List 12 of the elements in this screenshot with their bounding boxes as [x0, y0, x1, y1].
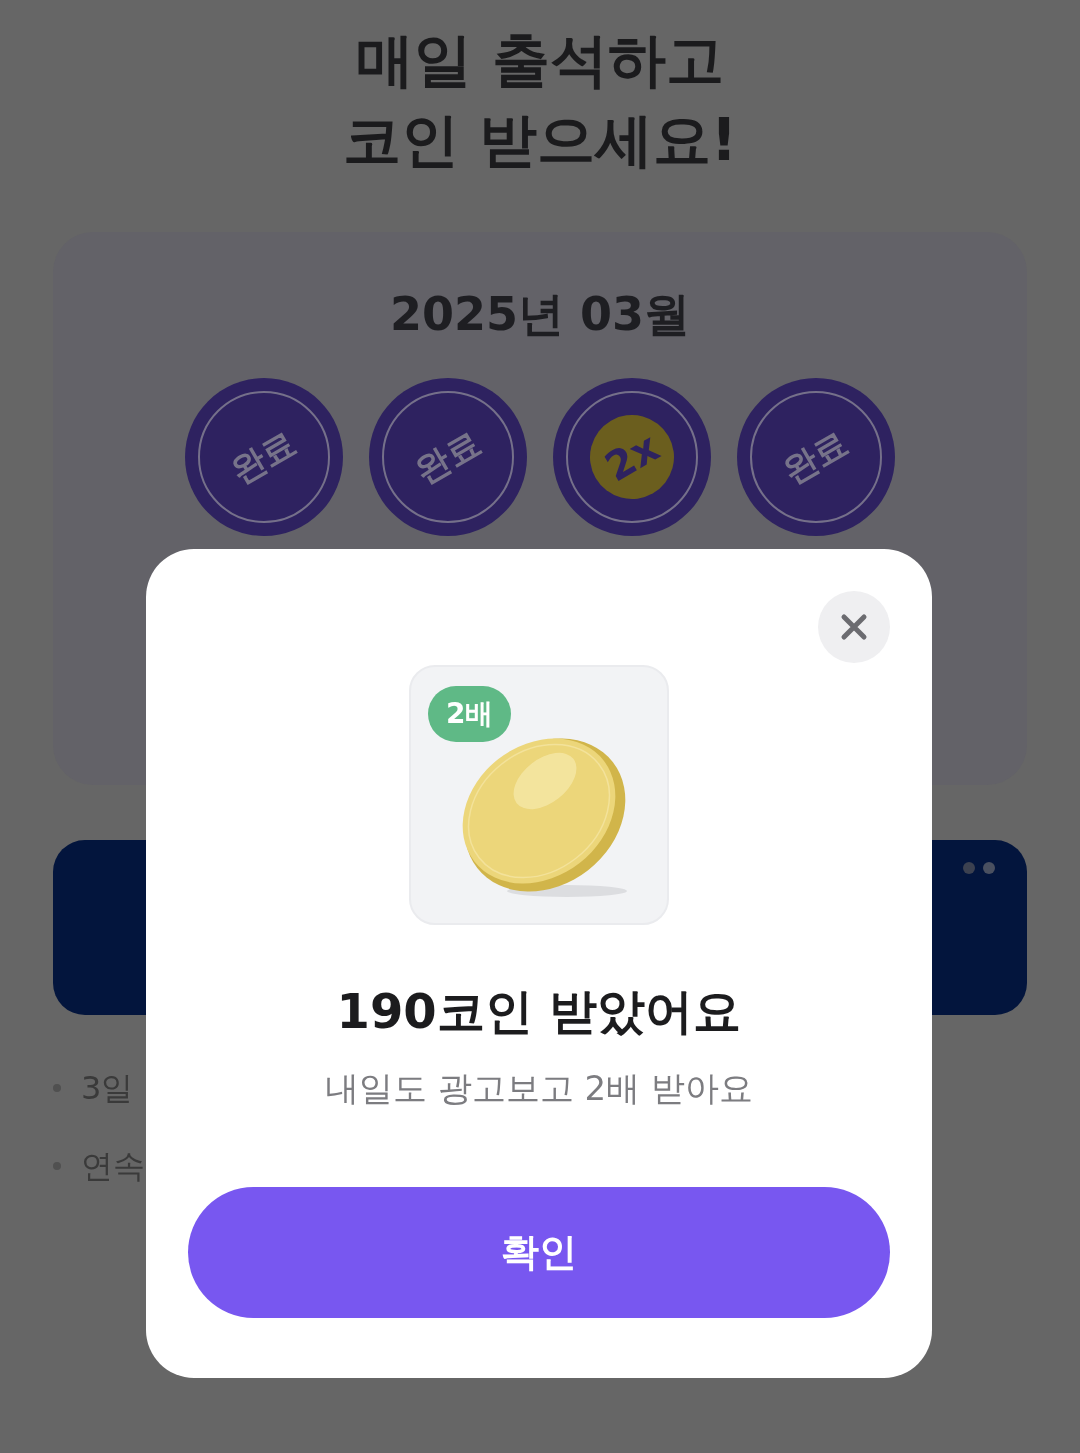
stamp-label: 완료 — [223, 420, 304, 493]
multiplier-badge: 2배 — [428, 686, 512, 742]
month-title: 2025년 03월 — [388, 286, 692, 343]
confirm-button[interactable]: 확인 — [188, 1187, 890, 1318]
stamp-label: 완료 — [407, 420, 488, 493]
page-title: 매일 출석하고 — [355, 25, 725, 96]
close-icon — [840, 613, 868, 641]
dialog-title: 190코인 받았어요 — [336, 982, 742, 1041]
pagination-dots-icon — [963, 862, 995, 874]
stamp-label: 완료 — [775, 420, 856, 493]
page-title: 코인 받으세요! — [342, 105, 738, 176]
dialog-subtitle: 내일도 광고보고 2배 받아요 — [324, 1067, 754, 1110]
